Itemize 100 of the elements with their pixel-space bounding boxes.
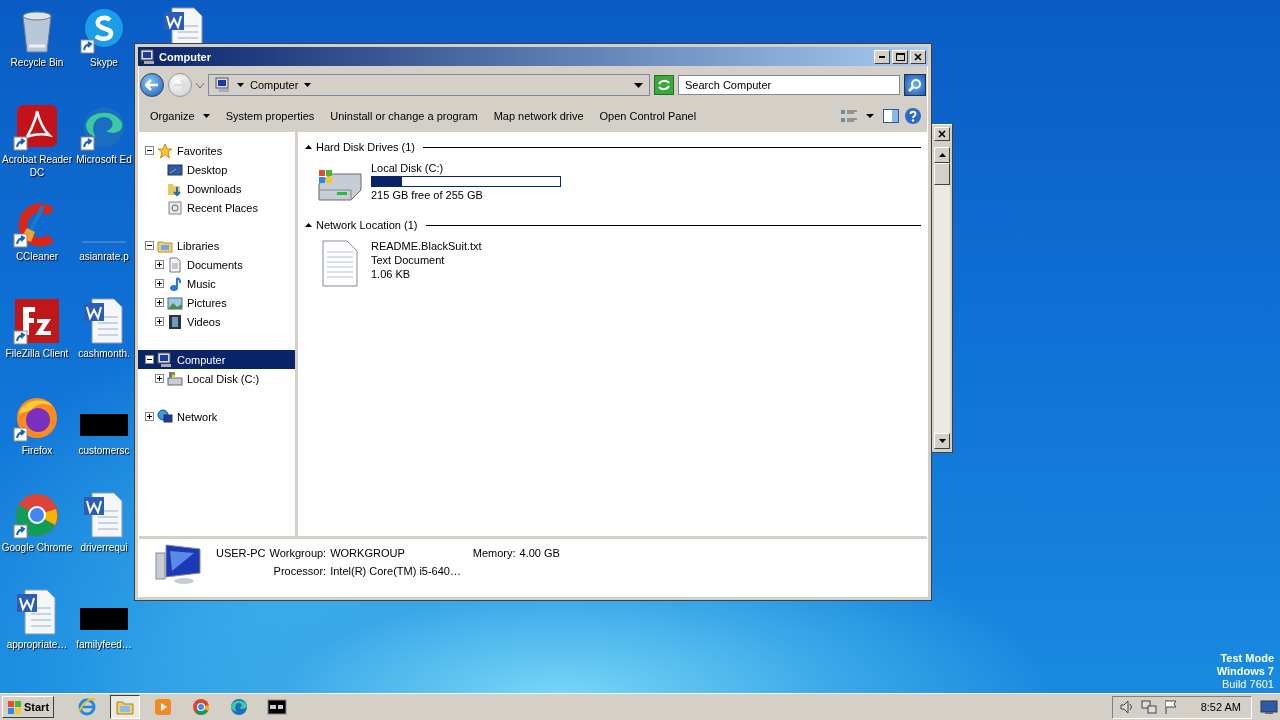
expand-icon[interactable] [155, 374, 164, 383]
collapse-icon[interactable] [145, 241, 154, 250]
icon-label[interactable]: cashmonth. [78, 347, 130, 360]
app-icon[interactable] [13, 491, 61, 539]
music-icon [167, 275, 183, 292]
collapse-icon[interactable] [305, 222, 312, 228]
back-button[interactable] [140, 73, 164, 97]
scroll-thumb[interactable] [934, 163, 950, 185]
toolbar-button[interactable]: System properties [219, 107, 321, 125]
tree-item[interactable]: Computer [138, 350, 295, 369]
icon-label[interactable]: Firefox [21, 444, 53, 457]
toolbar-button[interactable]: Map network drive [487, 107, 590, 125]
expand-icon[interactable] [155, 260, 164, 269]
close-button[interactable] [934, 127, 950, 141]
expand-icon[interactable] [155, 279, 164, 288]
breadcrumb[interactable]: Computer [250, 79, 299, 91]
tree-item[interactable]: Local Disk (C:) [138, 369, 295, 388]
network-icon [157, 408, 173, 425]
window-title: Computer [159, 50, 212, 63]
collapse-icon[interactable] [305, 144, 312, 150]
close-icon[interactable] [938, 130, 946, 138]
clock[interactable]: 8:52 AM [1200, 701, 1241, 713]
expand-icon[interactable] [145, 412, 154, 421]
expand-icon[interactable] [155, 317, 164, 326]
tree-item[interactable]: Desktop [138, 160, 295, 179]
caret-icon[interactable] [304, 83, 312, 87]
toolbar-button[interactable]: Uninstall or change a program [324, 107, 484, 125]
up-arrow-icon[interactable] [938, 153, 946, 157]
browser-icon[interactable] [229, 697, 250, 717]
scrollbar[interactable] [934, 147, 950, 449]
help-icon[interactable] [904, 107, 922, 125]
down-arrow-icon[interactable] [938, 439, 946, 443]
search-field[interactable]: Search Computer [678, 75, 900, 95]
speaker-icon[interactable] [1118, 699, 1135, 715]
tree-item[interactable]: Videos [138, 312, 295, 331]
documents-icon [167, 256, 183, 273]
tree-item[interactable]: Pictures [138, 293, 295, 312]
browser-icon[interactable] [191, 697, 212, 717]
icon-label[interactable]: Skype [90, 56, 118, 69]
collapse-icon[interactable] [145, 146, 154, 155]
item-name[interactable]: Local Disk (C:) [371, 162, 561, 174]
computer-name: USER-PC [216, 547, 266, 559]
videos-icon [167, 313, 183, 330]
caret-icon[interactable] [237, 83, 244, 87]
field-value: Intel(R) Core(TM) i5-640… [330, 565, 462, 577]
preview-pane-icon[interactable] [882, 108, 900, 124]
taskbar-app[interactable] [110, 695, 141, 719]
pictures-icon [167, 294, 183, 311]
field-value: 4.00 GB [519, 547, 560, 559]
scroll-up-button[interactable] [934, 147, 950, 163]
item-detail: 215 GB free of 255 GB [371, 189, 484, 201]
tree-item[interactable]: Downloads [138, 179, 295, 198]
icon-label[interactable]: FileZilla Client [5, 347, 69, 360]
icon-label[interactable]: Acrobat Reader DC [1, 153, 73, 179]
close-button[interactable] [910, 49, 926, 64]
show-desktop-icon[interactable] [1260, 699, 1278, 715]
group-header[interactable]: Hard Disk Drives (1) [316, 141, 415, 153]
tree-item[interactable]: Favorites [138, 141, 295, 160]
back-arrow-icon[interactable] [145, 79, 159, 91]
windows-logo-icon[interactable] [7, 699, 22, 715]
os-notice: Test Mode [1220, 652, 1274, 665]
expand-icon[interactable] [155, 298, 164, 307]
scroll-down-button[interactable] [934, 433, 950, 449]
toolbar-button[interactable]: Open Control Panel [593, 107, 703, 125]
group-header[interactable]: Network Location (1) [316, 219, 418, 231]
start-button[interactable]: Start [2, 696, 55, 718]
icon-label[interactable]: customersc [78, 444, 130, 457]
minimize-icon[interactable] [879, 55, 885, 58]
address-bar[interactable]: Computer [208, 74, 650, 96]
minimize-button[interactable] [874, 49, 890, 64]
collapse-icon[interactable] [145, 355, 154, 364]
tree-item[interactable]: Recent Places [138, 198, 295, 217]
field-value: WORKGROUP [330, 547, 405, 559]
computer-icon [140, 48, 156, 65]
item-detail: Text Document [371, 254, 446, 266]
caret-icon[interactable] [634, 82, 643, 88]
icon-label[interactable]: Google Chrome [1, 541, 73, 554]
star-icon [157, 142, 173, 159]
item-name[interactable]: README.BlackSuit.txt [371, 240, 482, 252]
field-label: Workgroup: [269, 547, 327, 559]
caret-icon[interactable] [202, 114, 210, 118]
icon-label[interactable]: CCleaner [15, 250, 59, 263]
drive-icon [167, 370, 183, 387]
close-icon[interactable] [914, 52, 922, 61]
tree-item[interactable]: Network [138, 407, 295, 426]
terminal-icon[interactable] [267, 697, 288, 717]
icon-label[interactable]: asianrate.p [79, 250, 129, 263]
tree-item[interactable]: Libraries [138, 236, 295, 255]
icon-label[interactable]: Recycle Bin [10, 56, 64, 69]
os-notice: Windows 7 [1216, 665, 1274, 678]
tree-item[interactable]: Documents [138, 255, 295, 274]
flag-icon[interactable] [1162, 699, 1179, 715]
computer-icon [154, 543, 202, 585]
app-icon[interactable] [13, 297, 61, 345]
os-notice: Build 7601 [1222, 678, 1274, 691]
icon-label[interactable]: Microsoft Ed [76, 153, 132, 166]
network-icon[interactable] [1140, 699, 1157, 715]
toolbar-button[interactable]: Organize [144, 107, 216, 125]
computer-icon [157, 351, 173, 368]
tree-item[interactable]: Music [138, 274, 295, 293]
